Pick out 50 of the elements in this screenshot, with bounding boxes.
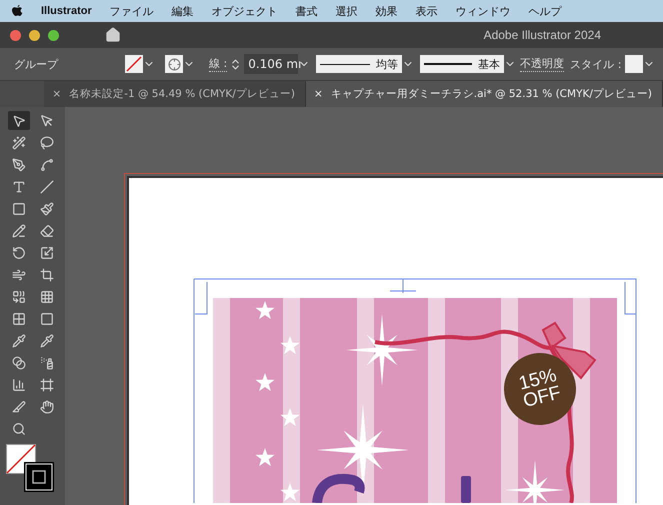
crosshair-swatch[interactable] <box>165 55 183 73</box>
document-tab[interactable]: × キャプチャー用ダミーチラシ.ai* @ 52.31 % (CMYK/プレビュー) <box>306 81 663 107</box>
close-button[interactable] <box>10 30 21 40</box>
menu-item[interactable]: ウィンドウ <box>456 4 511 18</box>
menu-item[interactable]: ファイル <box>110 4 154 18</box>
rectangle-tool-icon[interactable] <box>12 202 26 216</box>
hand-tool-icon[interactable] <box>40 400 54 414</box>
pen-tool-icon[interactable] <box>12 158 26 172</box>
eyedropper-tool-icon[interactable] <box>12 334 26 348</box>
home-icon[interactable] <box>105 27 121 43</box>
apple-logo-icon[interactable] <box>12 5 23 17</box>
curvature-tool-icon[interactable] <box>40 158 54 172</box>
selection-type-label: グループ <box>14 56 60 72</box>
graph-tool-icon[interactable] <box>12 378 26 392</box>
close-tab-button[interactable]: × <box>52 88 62 100</box>
menu-item[interactable]: ヘルプ <box>528 4 562 18</box>
app-menu[interactable]: Illustrator <box>41 5 92 17</box>
artboard-tool-icon[interactable] <box>40 378 54 392</box>
stroke-weight-field[interactable]: 0.106 mı <box>244 54 298 74</box>
close-tab-button[interactable]: × <box>314 88 323 100</box>
style-label: スタイル : <box>570 56 622 72</box>
paintbrush-tool-icon[interactable] <box>40 202 54 216</box>
zoom-button[interactable] <box>48 30 59 40</box>
eraser-tool-icon[interactable] <box>40 224 54 238</box>
window-title: Adobe Illustrator 2024 <box>484 28 601 42</box>
menu-item[interactable]: オブジェクト <box>212 4 278 18</box>
menu-item[interactable]: 効果 <box>376 4 398 18</box>
symbol-sprayer-tool-icon[interactable] <box>40 356 54 370</box>
style-swatch[interactable] <box>625 55 644 73</box>
stroke-swatch[interactable] <box>24 462 54 492</box>
type-tool-icon[interactable] <box>12 180 26 194</box>
stroke-color-swatch[interactable] <box>125 55 143 73</box>
line-tool-icon[interactable] <box>40 180 54 194</box>
scale-tool-icon[interactable] <box>40 246 54 260</box>
magic-wand-tool-icon[interactable] <box>12 136 26 150</box>
selection-tool-icon[interactable] <box>12 114 26 128</box>
menu-item[interactable]: 表示 <box>416 4 438 18</box>
lasso-tool-icon[interactable] <box>40 136 54 150</box>
opacity-label[interactable]: 不透明度 <box>520 56 564 72</box>
zoom-tool-icon[interactable] <box>12 422 26 436</box>
menu-item[interactable]: 書式 <box>296 4 318 18</box>
brush-dropdown[interactable]: 基本 <box>420 55 504 73</box>
variable-width-dropdown[interactable]: 均等 <box>316 55 402 73</box>
selection-tool[interactable] <box>8 111 30 130</box>
rotate-tool-icon[interactable] <box>12 246 26 260</box>
menu-item[interactable]: 編集 <box>172 4 194 18</box>
minimize-button[interactable] <box>29 30 40 40</box>
stroke-label[interactable]: 線 : <box>209 56 228 72</box>
menu-item[interactable]: 選択 <box>336 4 358 18</box>
direct-selection-tool-icon[interactable] <box>40 114 54 128</box>
